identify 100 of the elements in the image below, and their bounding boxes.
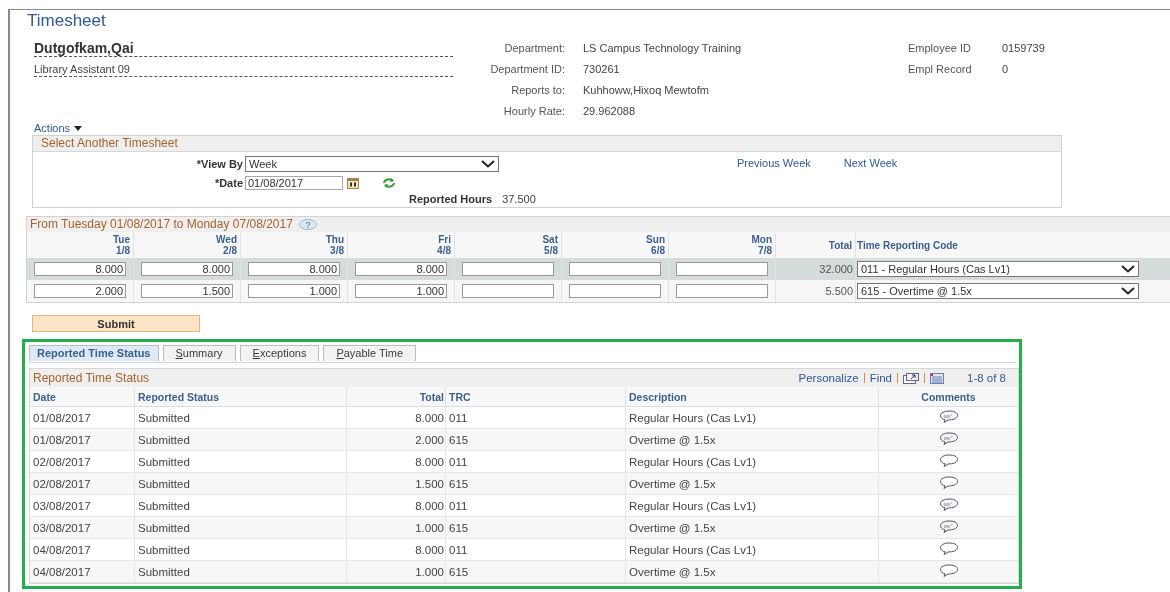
field-label: Department: [503, 41, 565, 56]
row-count: 1-8 of 8 [967, 372, 1006, 384]
hours-field[interactable]: 1.500 [141, 284, 233, 298]
row-total: 5.500 [825, 285, 853, 297]
table-cell: Submitted [138, 433, 190, 446]
field-value: 730261 [582, 62, 621, 77]
hours-field[interactable] [569, 284, 661, 298]
hours-field[interactable] [676, 284, 768, 298]
table-cell: 8.000 [415, 499, 444, 512]
job-title[interactable]: Library Assistant 09 [34, 62, 453, 77]
table-cell: 02/08/2017 [33, 477, 91, 490]
column-header: Sat 5/8 [542, 234, 558, 256]
week-link[interactable]: Previous Week [737, 157, 811, 191]
field-value: LS Campus Technology Training [582, 41, 743, 56]
table-cell: 8.000 [415, 411, 444, 424]
page-title: Timesheet [27, 10, 107, 32]
table-cell: Regular Hours (Cas Lv1) [629, 455, 757, 468]
field-label: *View By [196, 157, 243, 172]
table-cell: 615 [449, 477, 469, 490]
table-cell: Submitted [138, 565, 190, 578]
hours-field[interactable]: 1.000 [355, 284, 447, 298]
panel-title: Reported Time Status [33, 371, 150, 385]
tab[interactable]: Summary [162, 345, 236, 361]
hours-field[interactable]: 8.000 [141, 262, 233, 276]
view-by-dropdown[interactable]: Week [245, 156, 499, 172]
chevron-icon [481, 160, 495, 168]
table-cell: 011 [449, 499, 468, 512]
table-cell: 01/08/2017 [33, 433, 91, 446]
table-cell: Overtime @ 1.5x [629, 521, 716, 534]
column-header: Description [629, 390, 687, 403]
comment-icon[interactable] [938, 454, 959, 467]
table-cell: Regular Hours (Cas Lv1) [629, 543, 757, 556]
comment-filled-icon[interactable] [938, 520, 959, 533]
hours-field[interactable] [462, 284, 554, 298]
comment-filled-icon[interactable] [938, 498, 959, 511]
hours-field[interactable]: 1.000 [248, 284, 340, 298]
hours-field[interactable]: 2.000 [34, 284, 126, 298]
field-label: *Date [214, 176, 243, 191]
table-cell: 8.000 [415, 455, 444, 468]
trc-dropdown[interactable]: 615 - Overtime @ 1.5x [857, 283, 1139, 299]
comment-filled-icon[interactable] [938, 410, 959, 423]
refresh-icon[interactable] [382, 177, 396, 189]
column-header: Total [419, 390, 444, 403]
comment-icon[interactable] [938, 542, 959, 555]
spreadsheet-icon[interactable] [930, 372, 944, 384]
hours-field[interactable]: 8.000 [248, 262, 340, 276]
table-cell: 01/08/2017 [33, 411, 91, 424]
tab[interactable]: Payable Time [323, 345, 417, 361]
column-header: Time Reporting Code [857, 239, 958, 251]
table-cell: 1.000 [415, 521, 444, 534]
hours-field[interactable]: 8.000 [355, 262, 447, 276]
table-cell: 1.500 [415, 477, 444, 490]
new-window-icon[interactable] [903, 372, 919, 384]
grid-title: From Tuesday 01/08/2017 to Monday 07/08/2017 [30, 217, 293, 232]
employee-name[interactable]: Dutgofkam,Qai [34, 40, 453, 57]
help-icon[interactable]: ? [298, 219, 317, 230]
hours-field[interactable]: 8.000 [34, 262, 126, 276]
table-cell: 615 [449, 521, 469, 534]
field-label: Reports to: [510, 83, 565, 98]
field-label: Reported Hours [409, 193, 493, 205]
table-cell: Submitted [138, 543, 190, 556]
field-value: 0159739 [1002, 41, 1045, 56]
tab[interactable]: Exceptions [239, 345, 320, 361]
table-cell: 1.000 [415, 565, 444, 578]
tab[interactable]: Reported Time Status [29, 345, 159, 361]
comment-icon[interactable] [938, 564, 959, 577]
week-link[interactable]: Next Week [843, 157, 898, 191]
table-cell: 615 [449, 565, 469, 578]
date-field[interactable]: 01/08/2017 [245, 176, 343, 190]
table-cell: 03/08/2017 [33, 521, 91, 534]
column-header: Thu 3/8 [325, 234, 344, 256]
field-value: 37.500 [502, 193, 536, 205]
toolbar-link[interactable]: Personalize [798, 372, 859, 384]
submit-button[interactable]: Submit [32, 315, 200, 332]
column-header: Total [828, 239, 852, 251]
actions-menu[interactable]: Actions [34, 122, 83, 134]
field-label: Employee ID [908, 41, 972, 56]
column-header: TRC [449, 390, 471, 403]
field-value: Kuhhoww,Hixoq Mewtofm [582, 83, 710, 98]
caret-icon [74, 125, 83, 131]
trc-dropdown[interactable]: 011 - Regular Hours (Cas Lv1) [857, 261, 1139, 277]
column-header: Reported Status [138, 390, 220, 403]
field-label: Empl Record [908, 62, 973, 77]
table-cell: 8.000 [415, 543, 444, 556]
field-label: Hourly Rate: [502, 104, 565, 119]
table-cell: Regular Hours (Cas Lv1) [629, 411, 757, 424]
table-cell: Submitted [138, 477, 190, 490]
calendar-icon[interactable] [347, 177, 359, 189]
comment-icon[interactable] [938, 476, 959, 489]
hours-field[interactable] [569, 262, 661, 276]
table-cell: Overtime @ 1.5x [629, 433, 716, 446]
column-header: Date [33, 390, 56, 403]
toolbar-link[interactable]: Find [869, 372, 892, 384]
hours-field[interactable] [462, 262, 554, 276]
comment-filled-icon[interactable] [938, 432, 959, 445]
hours-field[interactable] [676, 262, 768, 276]
table-cell: Overtime @ 1.5x [629, 477, 716, 490]
column-header: Mon 7/8 [751, 234, 772, 256]
panel-title: Select Another Timesheet [33, 136, 1061, 152]
table-cell: 03/08/2017 [33, 499, 91, 512]
